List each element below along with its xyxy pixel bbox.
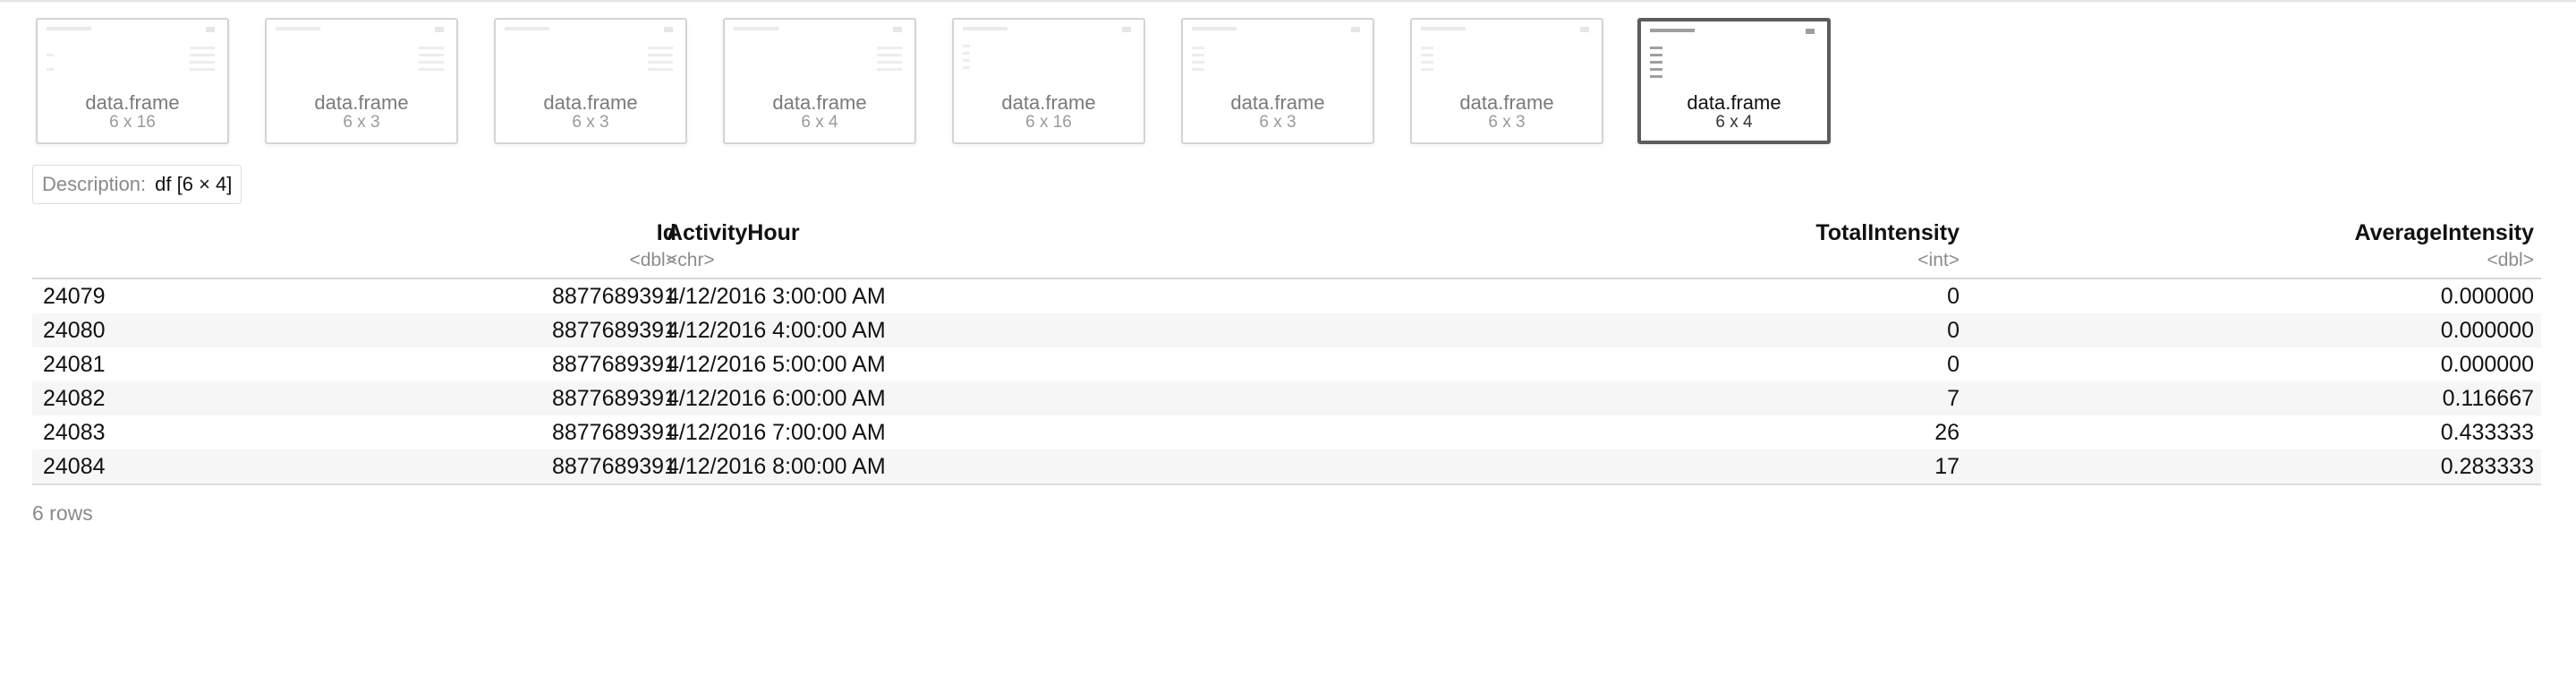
column-name: AverageIntensity [2354, 220, 2534, 245]
thumbnail-preview [505, 27, 676, 81]
column-header-averageintensity[interactable]: AverageIntensity <dbl> [2090, 220, 2534, 271]
top-divider [0, 0, 2576, 2]
cell-activityhour: 4/12/2016 8:00:00 AM [667, 454, 886, 479]
row-index: 24083 [43, 420, 106, 445]
column-type: <dbl> [2487, 250, 2534, 270]
column-type: <dbl> [629, 250, 676, 270]
cell-id: 8877689391 [551, 386, 676, 411]
row-index: 24079 [43, 284, 106, 309]
column-header-totalintensity[interactable]: TotalIntensity <int> [1374, 220, 1960, 271]
cell-averageintensity: 0.000000 [2440, 318, 2534, 343]
cell-averageintensity: 0.283333 [2440, 454, 2534, 479]
cell-averageintensity: 0.000000 [2440, 284, 2534, 309]
thumbnail-name: data.frame [543, 91, 638, 114]
thumbnail-4[interactable]: data.frame 6 x 4 [723, 18, 916, 144]
column-name: TotalIntensity [1815, 220, 1960, 245]
cell-averageintensity: 0.433333 [2440, 420, 2534, 445]
thumbnail-3[interactable]: data.frame 6 x 3 [494, 18, 687, 144]
thumbnail-preview [47, 27, 218, 81]
row-index: 24081 [43, 352, 106, 377]
cell-activityhour: 4/12/2016 3:00:00 AM [667, 284, 886, 309]
cell-id: 8877689391 [551, 318, 676, 343]
cell-averageintensity: 0.116667 [2442, 386, 2534, 411]
cell-id: 8877689391 [551, 420, 676, 445]
thumbnail-dims: 6 x 3 [1259, 113, 1297, 132]
thumbnail-8-active[interactable]: data.frame 6 x 4 [1637, 18, 1831, 144]
description-label: Description: [42, 173, 147, 195]
thumbnail-7[interactable]: data.frame 6 x 3 [1410, 18, 1603, 144]
cell-activityhour: 4/12/2016 6:00:00 AM [667, 386, 886, 411]
table-row: 24080 8877689391 4/12/2016 4:00:00 AM 0 … [32, 313, 2541, 347]
thumbnail-dims: 6 x 16 [109, 113, 156, 132]
cell-totalintensity: 0 [1947, 352, 1960, 377]
cell-totalintensity: 7 [1947, 386, 1960, 411]
row-index: 24084 [43, 454, 106, 479]
cell-activityhour: 4/12/2016 7:00:00 AM [667, 420, 886, 445]
row-index: 24080 [43, 318, 106, 343]
thumbnail-6[interactable]: data.frame 6 x 3 [1181, 18, 1374, 144]
cell-averageintensity: 0.000000 [2440, 352, 2534, 377]
thumbnail-dims: 6 x 3 [572, 113, 609, 132]
cell-id: 8877689391 [551, 454, 676, 479]
dataframe-thumbnail-strip: data.frame 6 x 16 data.frame 6 x 3 data.… [36, 18, 2541, 145]
table-row: 24082 8877689391 4/12/2016 6:00:00 AM 7 … [32, 381, 2541, 415]
thumbnail-dims: 6 x 3 [343, 113, 380, 132]
thumbnail-name: data.frame [314, 91, 409, 114]
thumbnail-1[interactable]: data.frame 6 x 16 [36, 18, 229, 144]
data-table: Id <dbl> ActivityHour <chr> TotalIntensi… [32, 215, 2541, 485]
column-name: Id [656, 220, 676, 245]
column-header-id[interactable]: Id <dbl> [211, 220, 676, 271]
cell-totalintensity: 0 [1947, 284, 1960, 309]
thumbnail-preview [1650, 29, 1818, 82]
thumbnail-preview [963, 27, 1135, 81]
description-value: df [6 × 4] [155, 173, 233, 195]
thumbnail-preview [734, 27, 905, 81]
thumbnail-name: data.frame [1459, 91, 1554, 114]
table-header: Id <dbl> ActivityHour <chr> TotalIntensi… [32, 215, 2541, 279]
thumbnail-dims: 6 x 16 [1025, 113, 1072, 132]
cell-totalintensity: 17 [1934, 454, 1960, 479]
cell-activityhour: 4/12/2016 5:00:00 AM [667, 352, 886, 377]
thumbnail-preview [1192, 27, 1364, 81]
thumbnail-dims: 6 x 4 [801, 113, 838, 132]
thumbnail-dims: 6 x 3 [1488, 113, 1526, 132]
row-index: 24082 [43, 386, 106, 411]
thumbnail-name: data.frame [1230, 91, 1325, 114]
cell-id: 8877689391 [551, 284, 676, 309]
description-box: Description: df [6 × 4] [32, 165, 242, 204]
table-bottom-border [32, 483, 2541, 485]
thumbnail-name: data.frame [1687, 91, 1781, 114]
column-header-activityhour[interactable]: ActivityHour <chr> [667, 220, 1203, 271]
column-type: <chr> [667, 250, 715, 270]
row-count: 6 rows [32, 501, 93, 525]
thumbnail-preview [1421, 27, 1593, 81]
cell-activityhour: 4/12/2016 4:00:00 AM [667, 318, 886, 343]
cell-id: 8877689391 [551, 352, 676, 377]
thumbnail-5[interactable]: data.frame 6 x 16 [952, 18, 1145, 144]
cell-totalintensity: 0 [1947, 318, 1960, 343]
column-type: <int> [1917, 250, 1960, 270]
column-name: ActivityHour [667, 220, 800, 245]
thumbnail-preview [276, 27, 447, 81]
thumbnail-name: data.frame [772, 91, 867, 114]
thumbnail-dims: 6 x 4 [1715, 113, 1753, 132]
thumbnail-name: data.frame [1001, 91, 1096, 114]
cell-totalintensity: 26 [1934, 420, 1960, 445]
thumbnail-name: data.frame [85, 91, 180, 114]
table-row: 24084 8877689391 4/12/2016 8:00:00 AM 17… [32, 449, 2541, 483]
thumbnail-2[interactable]: data.frame 6 x 3 [265, 18, 458, 144]
table-row: 24079 8877689391 4/12/2016 3:00:00 AM 0 … [32, 279, 2541, 313]
table-row: 24083 8877689391 4/12/2016 7:00:00 AM 26… [32, 415, 2541, 449]
table-row: 24081 8877689391 4/12/2016 5:00:00 AM 0 … [32, 347, 2541, 381]
